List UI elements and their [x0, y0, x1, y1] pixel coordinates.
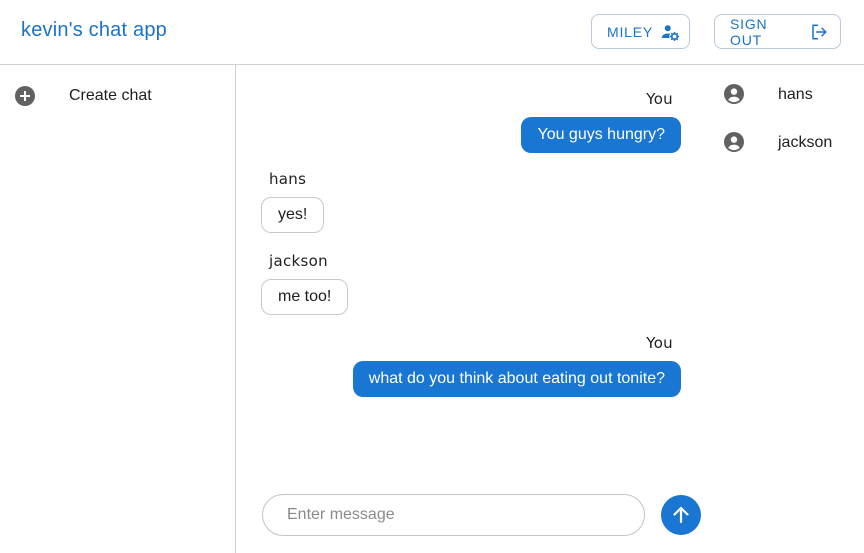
message-bubble: yes!	[261, 197, 325, 233]
message-bubble: me too!	[261, 279, 349, 315]
create-chat-button[interactable]: Create chat	[0, 65, 235, 127]
member-name: jackson	[778, 134, 833, 151]
message-sender: You	[646, 90, 673, 108]
add-circle-icon	[15, 86, 35, 111]
user-button-label: MILEY	[607, 23, 654, 40]
message-sender: jackson	[269, 252, 328, 270]
member-item[interactable]: jackson	[706, 120, 864, 168]
message-sender: You	[646, 334, 673, 352]
message-bubble: You guys hungry?	[521, 117, 681, 153]
arrow-up-icon	[671, 505, 691, 525]
message-sender: hans	[269, 170, 307, 188]
sidebar: Create chat	[0, 65, 236, 553]
account-circle-icon	[724, 132, 744, 157]
member-item[interactable]: hans	[706, 72, 864, 120]
send-button[interactable]	[661, 495, 701, 535]
message-bubble: what do you think about eating out tonit…	[352, 361, 681, 397]
app-header: kevin's chat app MILEY SIGN OUT	[0, 0, 864, 65]
message-input[interactable]	[262, 494, 645, 536]
app-title: kevin's chat app	[21, 19, 167, 41]
manage-account-icon	[661, 23, 680, 41]
logout-icon	[810, 23, 828, 41]
sign-out-label: SIGN OUT	[730, 15, 768, 48]
user-settings-button[interactable]: MILEY	[591, 14, 690, 49]
create-chat-label: Create chat	[69, 87, 152, 104]
account-circle-icon	[724, 84, 744, 109]
member-name: hans	[778, 86, 813, 103]
members-panel: hans jackson	[706, 65, 864, 553]
chat-panel: You You guys hungry? hans yes! jackson m…	[237, 65, 705, 553]
sign-out-button[interactable]: SIGN OUT	[714, 14, 841, 49]
